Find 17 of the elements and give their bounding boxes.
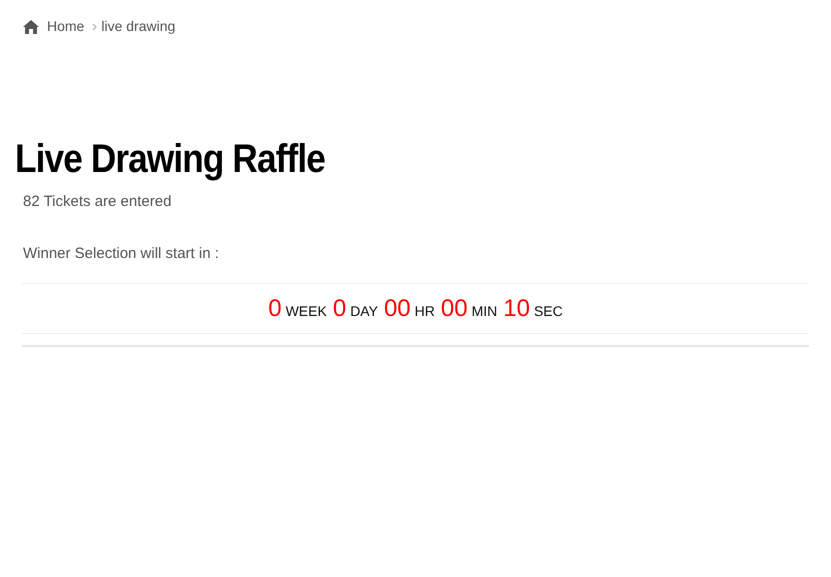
countdown-unit: MIN — [472, 302, 498, 320]
breadcrumb-link[interactable]: Home — [47, 16, 84, 37]
breadcrumb-link[interactable]: live drawing — [101, 16, 176, 37]
countdown-value: 00 — [384, 294, 411, 324]
countdown-value: 10 — [503, 294, 530, 324]
ticket-count: 82 Tickets are entered — [23, 192, 172, 212]
countdown-unit: SEC — [534, 302, 563, 320]
countdown-unit: DAY — [350, 302, 378, 320]
countdown-value: 0 — [268, 294, 282, 324]
page-title: Live Drawing Raffle — [15, 136, 325, 183]
chevron-icon — [92, 22, 98, 30]
countdown-value: 0 — [332, 294, 346, 324]
countdown-value: 00 — [440, 294, 468, 324]
home-icon — [23, 20, 39, 34]
countdown-label: Winner Selection will start in : — [23, 244, 220, 264]
countdown-unit: WEEK — [286, 302, 327, 320]
countdown-unit: HR — [414, 302, 435, 320]
